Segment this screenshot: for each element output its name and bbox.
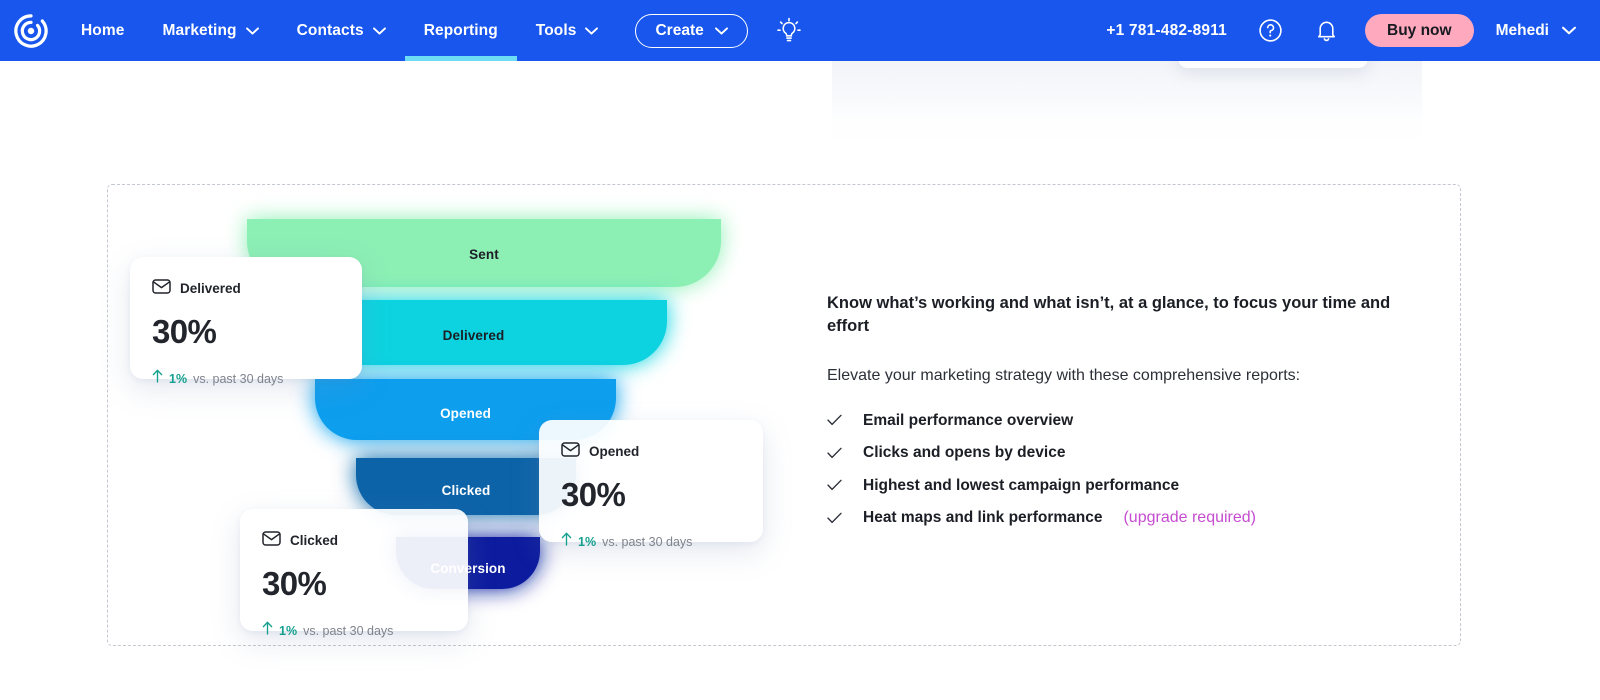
list-item: Email performance overview: [827, 412, 1427, 430]
nav-item-label: Marketing: [162, 21, 237, 39]
nav-item-marketing[interactable]: Marketing: [143, 0, 277, 61]
chevron-down-icon: [372, 26, 386, 35]
nav-item-home[interactable]: Home: [62, 0, 143, 61]
bullseye-logo-icon[interactable]: [0, 0, 62, 61]
stat-card-delta: 1%: [169, 371, 188, 386]
envelope-icon: [262, 531, 281, 549]
chevron-down-icon: [1562, 26, 1576, 35]
stat-card-note: vs. past 30 days: [193, 371, 284, 386]
top-navigation-bar: Home Marketing Contacts Reporting Tools: [0, 0, 1600, 61]
upgrade-required-link[interactable]: (upgrade required): [1123, 509, 1256, 527]
stat-card-header: Clicked: [262, 531, 446, 549]
buy-now-label: Buy now: [1387, 21, 1452, 39]
list-item: Clicks and opens by device: [827, 444, 1427, 462]
feature-label: Heat maps and link performance: [863, 509, 1103, 527]
stat-card-delivered[interactable]: Delivered 30% 1% vs. past 30 days: [130, 257, 362, 386]
stat-card-value: 30%: [152, 313, 217, 350]
stat-card-header: Opened: [561, 442, 741, 460]
page-title: Know what’s working and what isn’t, at a…: [827, 294, 1391, 335]
buy-now-button[interactable]: Buy now: [1365, 14, 1474, 47]
chevron-down-icon: [245, 26, 259, 35]
nav-item-label: Reporting: [423, 21, 498, 39]
envelope-icon: [561, 442, 580, 460]
nav-item-tools[interactable]: Tools: [517, 0, 618, 61]
check-icon: [827, 511, 842, 526]
envelope-icon: [152, 279, 171, 297]
stat-card-opened[interactable]: Opened 30% 1% vs. past 30 days: [539, 420, 763, 549]
stat-card-footer: 1% vs. past 30 days: [262, 621, 446, 640]
nav-item-label: Tools: [535, 21, 577, 39]
list-item: Heat maps and link performance (upgrade …: [827, 509, 1427, 527]
nav-right-group: +1 781-482-8911 Buy now Mehedi: [1106, 0, 1600, 61]
notification-bell-icon[interactable]: [1309, 14, 1343, 48]
stat-card-delta: 1%: [578, 534, 597, 549]
feature-list: Email performance overview Clicks and op…: [827, 412, 1427, 528]
primary-nav-links: Home Marketing Contacts Reporting Tools: [62, 0, 617, 61]
chevron-down-icon: [714, 26, 728, 35]
stat-card-clicked[interactable]: Clicked 30% 1% vs. past 30 days: [240, 509, 468, 638]
arrow-up-icon: [561, 532, 572, 551]
arrow-up-icon: [262, 621, 273, 640]
nav-item-contacts[interactable]: Contacts: [278, 0, 405, 61]
stat-card-header: Delivered: [152, 279, 340, 297]
stat-card-delta: 1%: [279, 623, 298, 638]
stat-card-title: Delivered: [180, 280, 241, 296]
nav-item-label: Contacts: [296, 21, 364, 39]
stat-card-note: vs. past 30 days: [303, 623, 394, 638]
nav-item-reporting[interactable]: Reporting: [404, 0, 517, 61]
stat-card-title: Opened: [589, 443, 640, 459]
user-menu[interactable]: Mehedi: [1496, 22, 1582, 40]
create-button-label: Create: [655, 21, 704, 39]
create-button[interactable]: Create: [635, 13, 748, 48]
background-ghost-panel: [832, 61, 1422, 145]
arrow-up-icon: [152, 369, 163, 388]
stat-card-footer: 1% vs. past 30 days: [152, 369, 340, 388]
panel-subheading: Elevate your marketing strategy with the…: [827, 366, 1301, 384]
reporting-description-panel: Know what’s working and what isn’t, at a…: [827, 292, 1427, 542]
chevron-down-icon: [585, 26, 599, 35]
lightbulb-icon[interactable]: [772, 14, 806, 48]
check-icon: [827, 478, 842, 493]
feature-label: Clicks and opens by device: [863, 444, 1066, 462]
support-phone-number[interactable]: +1 781-482-8911: [1106, 22, 1227, 40]
list-item: Highest and lowest campaign performance: [827, 477, 1427, 495]
feature-label: Email performance overview: [863, 411, 1074, 429]
check-icon: [827, 446, 842, 461]
help-circle-icon[interactable]: [1253, 14, 1287, 48]
stat-card-footer: 1% vs. past 30 days: [561, 532, 741, 551]
feature-label: Highest and lowest campaign performance: [863, 476, 1180, 494]
nav-left-group: Home Marketing Contacts Reporting Tools: [0, 0, 806, 61]
stat-card-note: vs. past 30 days: [602, 534, 693, 549]
user-name-label: Mehedi: [1495, 21, 1549, 39]
stat-card-value: 30%: [561, 476, 626, 513]
stat-card-value: 30%: [262, 565, 327, 602]
nav-item-label: Home: [81, 21, 125, 39]
check-icon: [827, 413, 842, 428]
stat-card-title: Clicked: [290, 532, 339, 548]
